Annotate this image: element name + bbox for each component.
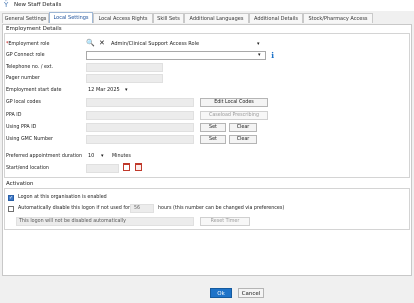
caseload-prescribing-button[interactable]: Caseload Prescribing	[200, 111, 268, 120]
title-bar	[0, 0, 414, 11]
employment-role-label: *Employment role	[6, 42, 50, 47]
employment-group-title: Employment Details	[6, 26, 62, 32]
appointment-duration-unit: Minutes	[112, 154, 131, 159]
set-gmc-button[interactable]: Set	[200, 135, 226, 144]
appointment-duration-label: Preferred appointment duration	[6, 154, 83, 159]
logon-enabled-label: Logon at this organisation is enabled	[18, 195, 107, 200]
gp-connect-role-label: GP Connect role	[6, 53, 45, 58]
using-ppa-id-label: Using PPA ID	[6, 125, 37, 130]
telephone-label: Telephone no. / ext.	[6, 65, 54, 70]
tab-local-settings[interactable]: Local Settings	[49, 12, 93, 23]
start-date-label: Employment start date	[6, 88, 62, 93]
ppa-id-field[interactable]	[86, 111, 194, 120]
tab-general-settings[interactable]: General Settings	[2, 13, 49, 23]
start-end-location-label: Start/end location	[6, 166, 49, 171]
set-ppa-button[interactable]: Set	[200, 123, 226, 132]
auto-disable-label: Automatically disable this logon if not …	[18, 206, 130, 211]
tab-skill-sets[interactable]: Skill Sets	[153, 13, 184, 23]
auto-disable-suffix: hours (this number can be changed via pr…	[158, 206, 285, 211]
app-icon: Ÿ	[4, 1, 9, 9]
ok-button[interactable]: Ok	[210, 288, 232, 298]
gp-local-codes-field	[86, 98, 194, 107]
activation-group-title: Activation	[6, 181, 34, 187]
gp-local-codes-label: GP local codes	[6, 100, 41, 105]
chevron-down-icon[interactable]: ▾	[125, 87, 128, 93]
chevron-down-icon[interactable]: ▾	[258, 52, 261, 58]
window-title: New Staff Details	[14, 2, 62, 8]
pager-label: Pager number	[6, 76, 40, 81]
using-ppa-id-field	[86, 123, 194, 132]
clear-gmc-button[interactable]: Clear	[229, 135, 257, 144]
auto-disable-status-text: This logon will not be disabled automati…	[19, 219, 126, 224]
auto-disable-hours-value: 56	[134, 206, 141, 211]
chevron-down-icon[interactable]: ▾	[101, 152, 104, 160]
auto-disable-checkbox[interactable]	[8, 206, 14, 212]
pager-field[interactable]	[86, 74, 163, 83]
reset-timer-button[interactable]: Reset Timer	[200, 217, 250, 226]
appointment-duration-value[interactable]: 10	[88, 152, 94, 160]
tab-additional-languages[interactable]: Additional Languages	[184, 13, 249, 23]
using-gmc-label: Using GMC Number	[6, 137, 53, 142]
calendar-icon[interactable]	[123, 163, 130, 171]
ppa-id-label: PPA ID	[6, 113, 22, 118]
chevron-down-icon[interactable]: ▾	[257, 41, 260, 47]
employment-role-value: Admin/Clinical Support Access Role	[111, 41, 200, 47]
tab-local-access-rights[interactable]: Local Access Rights	[93, 13, 153, 23]
search-icon[interactable]: 🔍	[86, 39, 95, 47]
calendar-clear-icon[interactable]	[135, 163, 142, 171]
cancel-button[interactable]: Cancel	[238, 288, 264, 298]
close-icon[interactable]: ✕	[99, 39, 105, 47]
start-date-value[interactable]: 12 Mar 2025	[88, 86, 120, 94]
gp-connect-role-select[interactable]	[86, 51, 266, 60]
telephone-field[interactable]	[86, 63, 163, 72]
logon-enabled-checkbox[interactable]: ✓	[8, 195, 14, 201]
clear-ppa-button[interactable]: Clear	[229, 123, 257, 132]
edit-local-codes-button[interactable]: Edit Local Codes	[200, 98, 268, 107]
using-gmc-field	[86, 135, 194, 144]
tab-additional-details[interactable]: Additional Details	[249, 13, 303, 23]
info-icon[interactable]: ℹ	[271, 51, 274, 60]
tab-stock-pharmacy-access[interactable]: Stock/Pharmacy Access	[303, 13, 373, 23]
start-end-location-field[interactable]	[86, 164, 119, 173]
